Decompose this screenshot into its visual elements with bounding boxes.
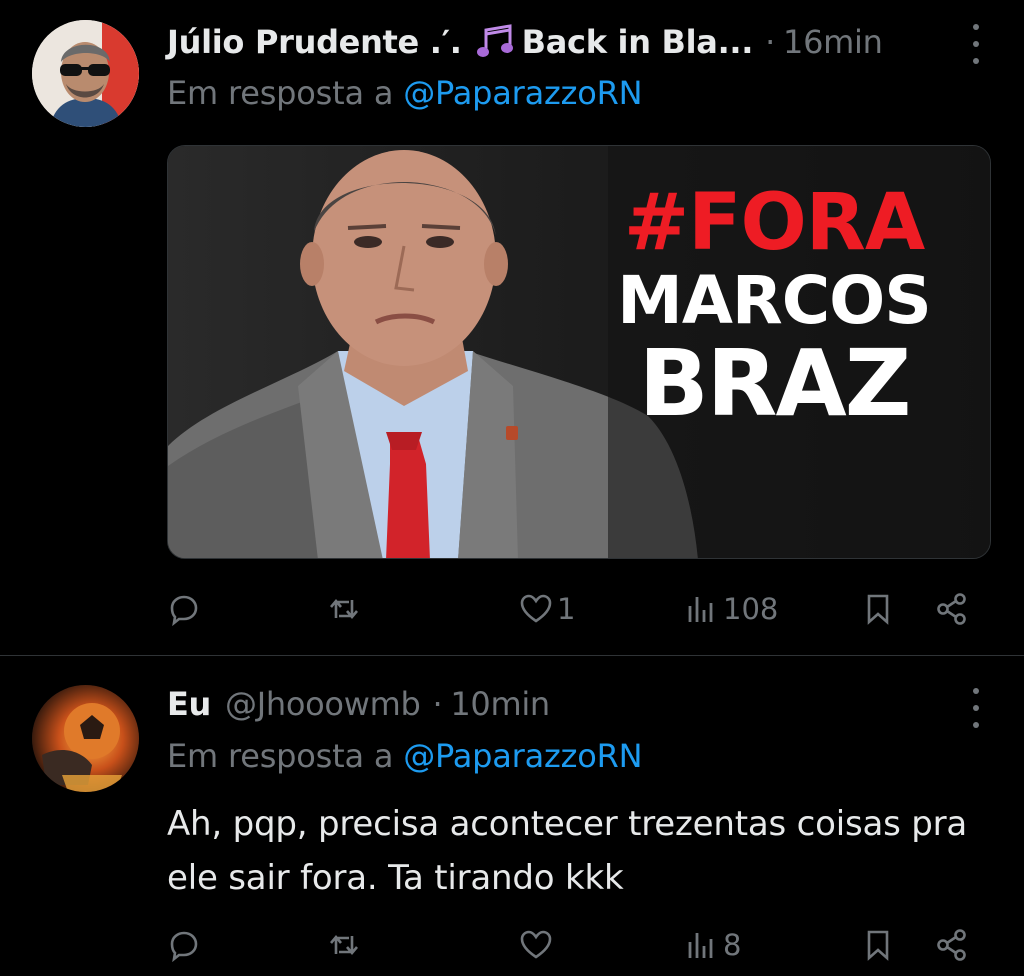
share-icon (937, 929, 966, 961)
like-button[interactable] (519, 922, 557, 968)
like-icon (520, 594, 552, 623)
tweet-header: Júlio Prudente .′. Back in Bla... · 16mi… (167, 20, 883, 64)
like-count: 1 (557, 592, 576, 626)
reply-icon (170, 595, 198, 626)
handle[interactable]: @Jhooowmb (225, 685, 421, 723)
separator-dot: · (432, 685, 443, 723)
display-name[interactable]: Júlio Prudente .′. (167, 23, 462, 61)
repost-button[interactable] (327, 586, 365, 632)
image-overlay-text: #FORA MARCOS BRAZ (594, 184, 954, 430)
tweet-actions: 8 (167, 922, 977, 968)
views-button[interactable]: 8 (685, 922, 741, 968)
avatar-football-photo (32, 685, 139, 792)
tweet-text: Ah, pqp, precisa acontecer trezentas coi… (167, 804, 968, 898)
display-name[interactable]: Eu (167, 685, 211, 723)
timestamp[interactable]: 10min (450, 685, 550, 723)
like-icon (520, 930, 552, 959)
reply-mention-link[interactable]: @PaparazzoRN (403, 737, 642, 775)
repost-icon (330, 934, 358, 956)
avatar[interactable] (32, 20, 139, 127)
overlay-line-3: BRAZ (638, 330, 912, 437)
reply-button[interactable] (167, 922, 205, 968)
repost-button[interactable] (327, 922, 365, 968)
overlay-hashtag: #FORA (623, 178, 925, 268)
tweet-1[interactable]: Júlio Prudente .′. Back in Bla... · 16mi… (0, 0, 1024, 655)
timestamp[interactable]: 16min (783, 23, 883, 61)
share-button[interactable] (935, 586, 969, 632)
view-count: 8 (723, 928, 742, 962)
avatar[interactable] (32, 685, 139, 792)
more-icon[interactable] (966, 24, 986, 64)
tweet-2[interactable]: Eu @Jhooowmb · 10min Em resposta a @Papa… (0, 655, 1024, 976)
tweet-image[interactable]: #FORA MARCOS BRAZ (167, 145, 991, 559)
reply-context: Em resposta a @PaparazzoRN (167, 74, 643, 112)
bookmark-button[interactable] (861, 922, 895, 968)
share-icon (937, 593, 966, 625)
reply-icon (170, 931, 198, 962)
more-icon[interactable] (966, 688, 986, 728)
display-name-suffix[interactable]: Back in Bla... (522, 23, 754, 61)
reply-prefix: Em resposta a (167, 737, 404, 775)
bookmark-button[interactable] (861, 586, 895, 632)
tweet-header: Eu @Jhooowmb · 10min (167, 682, 550, 726)
avatar-photo (32, 20, 139, 127)
reply-context: Em resposta a @PaparazzoRN (167, 737, 643, 775)
views-icon (688, 933, 713, 958)
views-icon (688, 597, 713, 622)
share-button[interactable] (935, 922, 969, 968)
view-count: 108 (723, 592, 779, 626)
music-note-icon (476, 24, 513, 57)
bookmark-icon (867, 594, 889, 625)
tweet-actions: 1 108 (167, 586, 977, 632)
like-button[interactable]: 1 (519, 586, 575, 632)
reply-mention-link[interactable]: @PaparazzoRN (403, 74, 642, 112)
overlay-line-2: MARCOS (617, 262, 932, 339)
separator-dot: · (765, 23, 776, 61)
views-button[interactable]: 108 (685, 586, 778, 632)
repost-icon (330, 598, 358, 620)
reply-button[interactable] (167, 586, 205, 632)
bookmark-icon (867, 930, 889, 961)
reply-prefix: Em resposta a (167, 74, 404, 112)
